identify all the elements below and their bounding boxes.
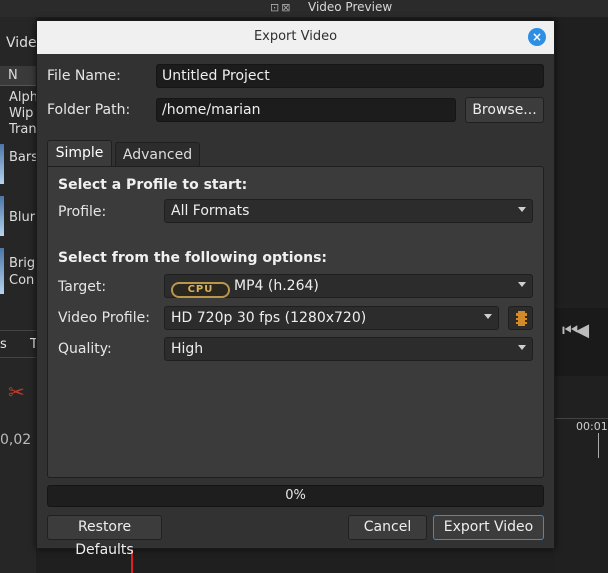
chevron-down-icon bbox=[518, 345, 526, 350]
target-value: MP4 (h.264) bbox=[234, 278, 319, 294]
bottom-tabs: s T bbox=[0, 330, 38, 358]
quality-value: High bbox=[171, 341, 204, 357]
timeline-time: 0,02 bbox=[0, 432, 32, 448]
effects-list: N bbox=[0, 66, 36, 86]
target-label: Target: bbox=[58, 279, 107, 295]
tab-partial[interactable]: s bbox=[0, 337, 7, 352]
profile-value: All Formats bbox=[171, 203, 250, 219]
file-name-label: File Name: bbox=[47, 68, 121, 84]
scissors-icon[interactable]: ✂ bbox=[8, 380, 25, 404]
tab-advanced[interactable]: Advanced bbox=[115, 142, 200, 167]
jump-start-icon[interactable]: ⏮◀ bbox=[562, 320, 589, 341]
folder-path-label: Folder Path: bbox=[47, 102, 131, 118]
panel-label: Vide bbox=[6, 35, 37, 51]
target-select[interactable]: CPU MP4 (h.264) bbox=[164, 274, 533, 298]
profile-section-heading: Select a Profile to start: bbox=[58, 177, 248, 193]
chevron-down-icon bbox=[518, 282, 526, 287]
restore-defaults-button[interactable]: Restore Defaults bbox=[47, 515, 162, 558]
profile-details-button[interactable] bbox=[508, 306, 533, 330]
options-section-heading: Select from the following options: bbox=[58, 250, 328, 266]
quality-select[interactable]: High bbox=[164, 337, 533, 361]
folder-path-field[interactable]: /home/marian bbox=[156, 98, 456, 122]
video-profile-select[interactable]: HD 720p 30 fps (1280x720) bbox=[164, 306, 499, 330]
profile-select[interactable]: All Formats bbox=[164, 199, 533, 223]
video-profile-value: HD 720p 30 fps (1280x720) bbox=[171, 310, 367, 326]
file-name-field[interactable]: Untitled Project bbox=[156, 64, 544, 88]
profile-label: Profile: bbox=[58, 204, 107, 220]
export-progress-bar: 0% bbox=[47, 485, 544, 507]
cancel-button[interactable]: Cancel bbox=[348, 515, 427, 540]
thumbnail bbox=[0, 248, 4, 294]
tab-simple[interactable]: Simple bbox=[47, 140, 112, 167]
video-profile-label: Video Profile: bbox=[58, 310, 150, 326]
list-header[interactable]: N bbox=[0, 66, 36, 86]
quality-label: Quality: bbox=[58, 341, 112, 357]
thumbnail bbox=[0, 196, 4, 236]
progress-text: 0% bbox=[285, 488, 306, 503]
dialog-titlebar: Export Video × bbox=[37, 21, 554, 54]
export-video-dialog: Export Video × File Name: Untitled Proje… bbox=[36, 20, 555, 558]
chevron-down-icon bbox=[518, 207, 526, 212]
ruler-tick bbox=[598, 433, 599, 458]
transport-bar bbox=[555, 308, 608, 376]
thumbnail bbox=[0, 144, 4, 184]
preview-title: Video Preview bbox=[308, 0, 393, 14]
export-video-button[interactable]: Export Video bbox=[433, 515, 544, 540]
film-icon bbox=[516, 311, 527, 326]
dialog-title: Export Video bbox=[253, 29, 338, 44]
cpu-badge: CPU bbox=[171, 282, 230, 298]
chevron-down-icon bbox=[484, 314, 492, 319]
close-icon[interactable]: × bbox=[528, 28, 546, 46]
browse-button[interactable]: Browse... bbox=[465, 97, 544, 123]
preview-window-buttons[interactable]: ⊡⊠ bbox=[270, 1, 292, 14]
ruler-time: 00:01: bbox=[576, 420, 608, 433]
preview-titlebar bbox=[0, 0, 608, 17]
